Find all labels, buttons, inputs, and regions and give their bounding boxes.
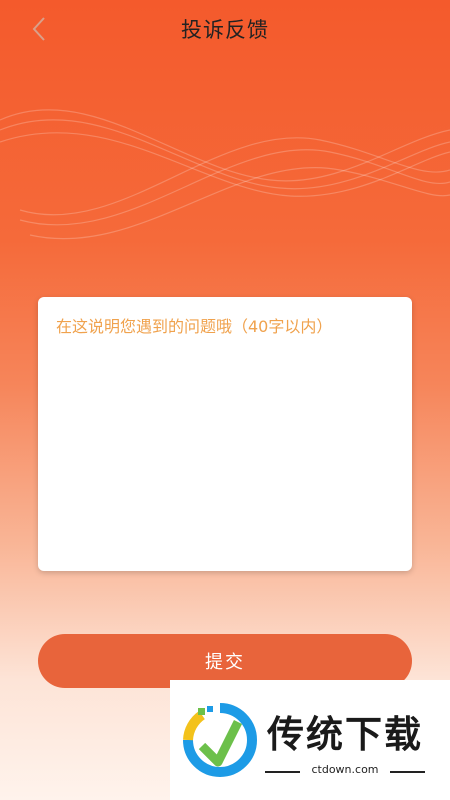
download-logo-icon [183,703,257,777]
page-title: 投诉反馈 [181,18,269,42]
watermark-url: ctdown.com [311,763,379,776]
watermark: 传统下载 ctdown.com [170,680,450,800]
watermark-name: 传统下载 [267,713,423,756]
watermark-divider-right [390,771,425,773]
feedback-card [38,297,412,571]
watermark-divider-left [265,771,300,773]
top-bar: 投诉反馈 [0,0,450,58]
wave-decoration [0,109,450,240]
feedback-input[interactable] [38,297,412,571]
